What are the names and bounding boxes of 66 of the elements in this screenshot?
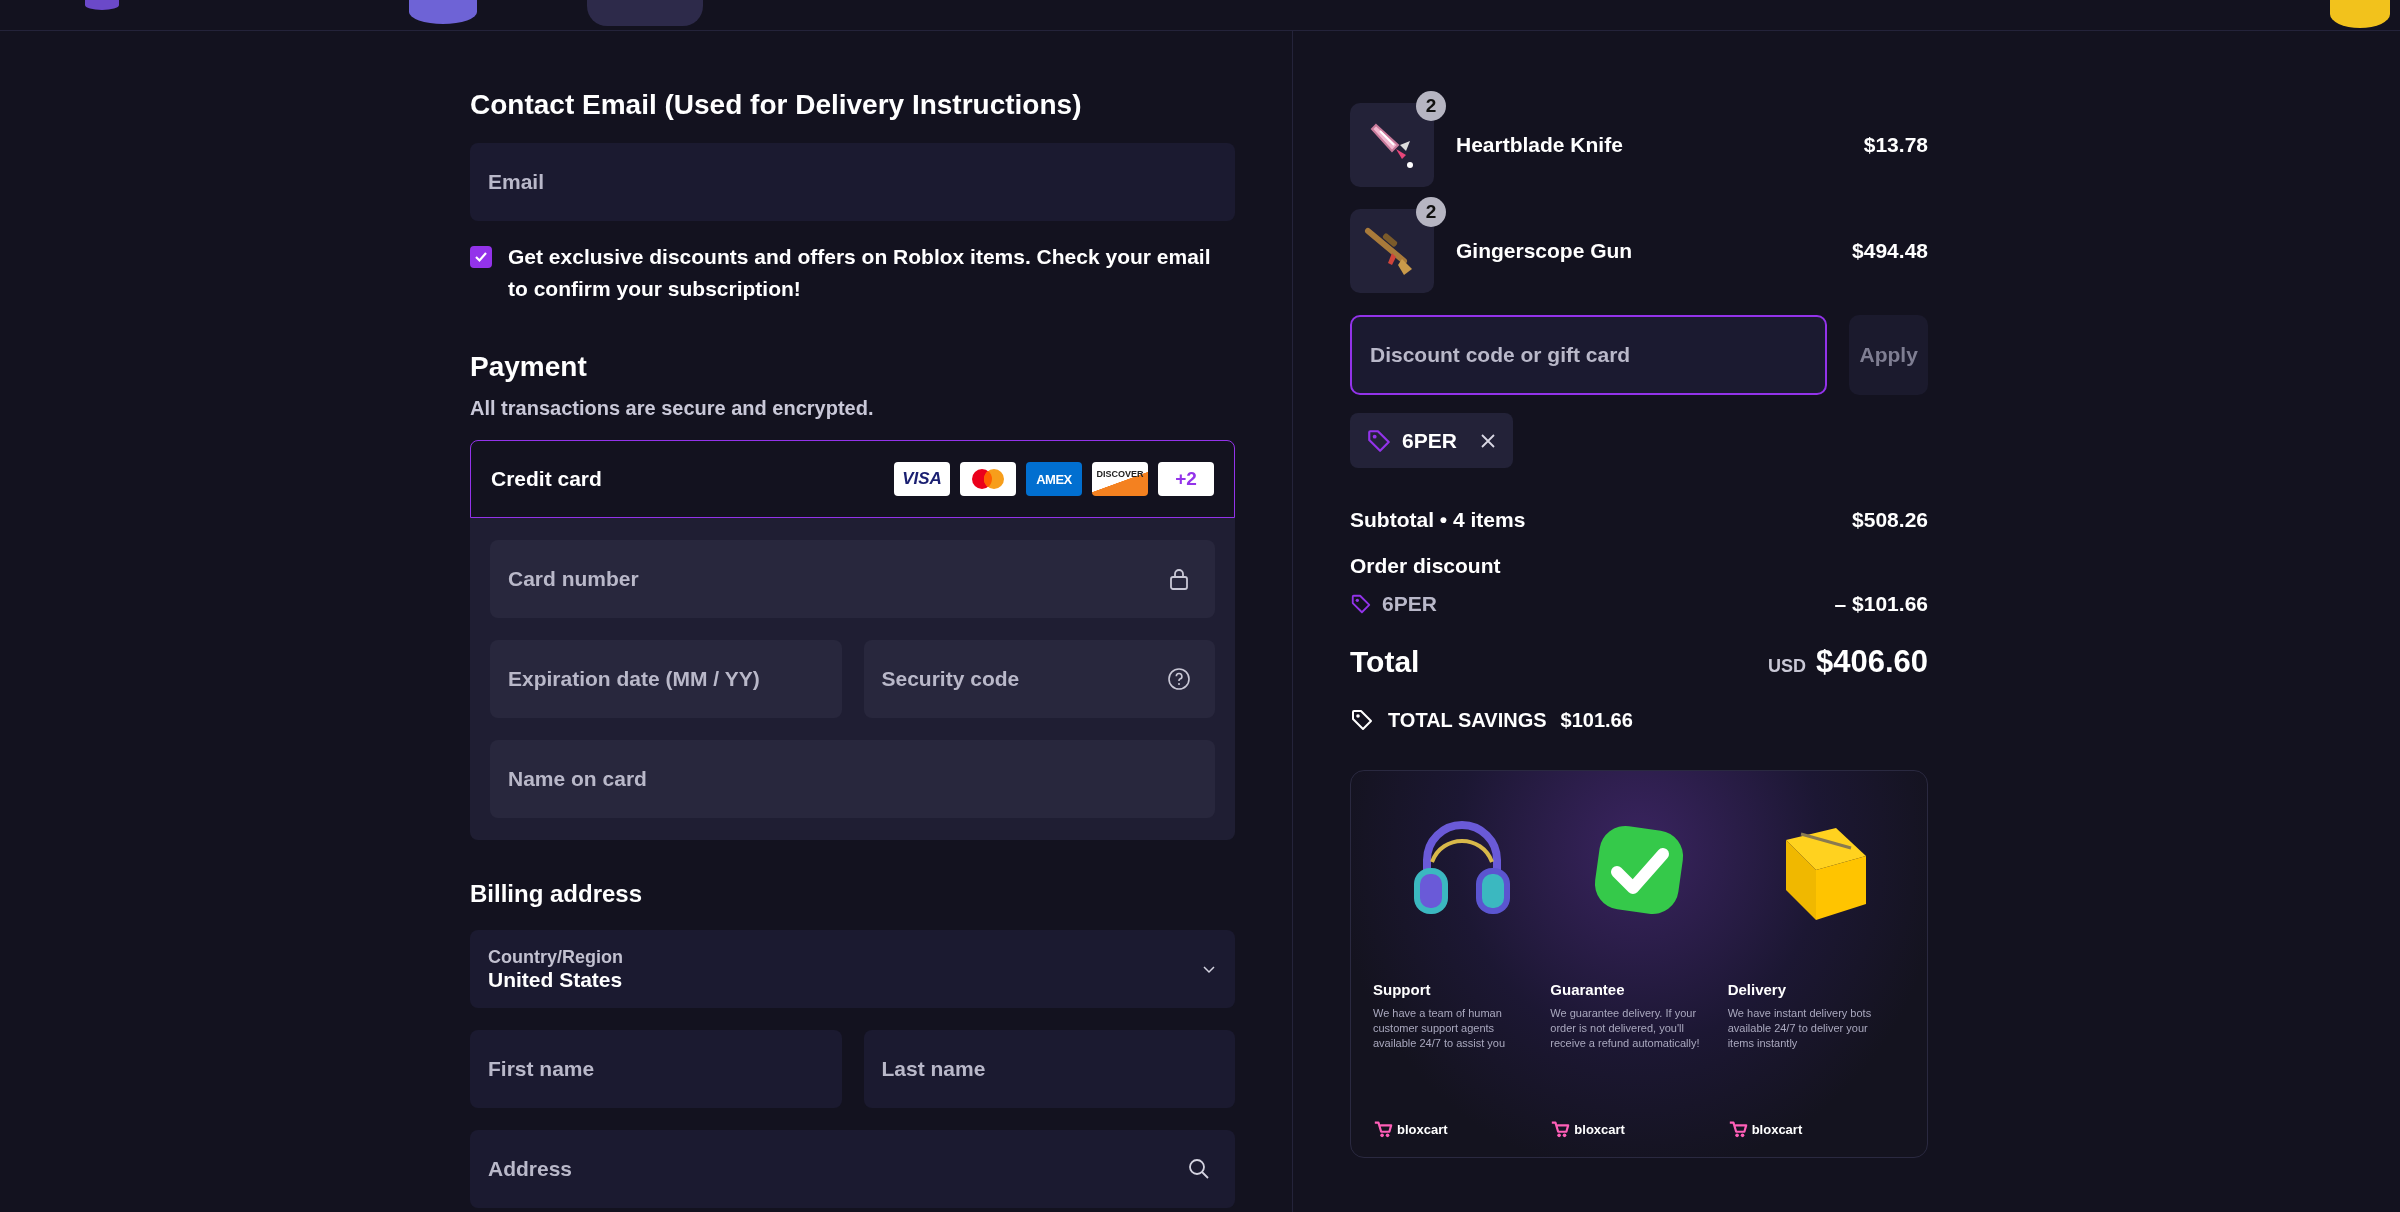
item-price: $13.78 [1863,133,1928,157]
item-price: $494.48 [1852,239,1928,263]
image-fragment [409,0,477,24]
tag-icon [1350,708,1374,732]
amex-logo: AMEX [1026,462,1082,496]
feature-description: We have instant delivery bots available 24/7 to deliver your items instantly [1727,1006,1873,1051]
input-field[interactable]: Security code [863,640,1215,718]
item-name: Gingerscope Gun [1456,239,1633,263]
input-field[interactable]: Name on card [490,740,1215,818]
total-value: $406.60 [1815,644,1928,680]
field-label: Country/Region [488,946,623,968]
tag-icon [1350,593,1372,615]
check-icon [474,250,488,264]
feature-title: Delivery [1727,981,1788,998]
image-fragment [2330,0,2390,28]
feature-description: We guarantee delivery. If your order is not delivered, you'll receive a refund automatically! [1550,1006,1701,1051]
feature-title: Guarantee [1550,981,1626,998]
discount-value: – $101.66 [1834,592,1928,616]
option-label: Credit card [491,467,602,491]
cart-logo-icon [1550,1119,1571,1139]
checkbox-label: Get exclusive discounts and offers on Roblox items. Check your email to confirm your subscription! [508,244,1212,302]
help-icon [1167,667,1191,691]
input-field[interactable]: Address [470,1130,1235,1208]
search-icon [1187,1157,1211,1181]
more-cards-badge: +2 [1158,462,1214,496]
cart-logo-icon [1373,1119,1393,1139]
item-name: Heartblade Knife [1456,133,1623,157]
email-field[interactable]: Email [470,143,1235,221]
input-field[interactable]: First name [470,1030,842,1108]
section-heading: Contact Email (Used for Delivery Instructions) [470,89,1083,121]
close-icon [1478,431,1497,450]
discount-code: 6PER [1402,428,1457,453]
savings-value: $101.66 [1560,708,1633,732]
brand-name: bloxcart [1751,1121,1803,1137]
field-value: United States [488,967,623,992]
image-fragment [85,0,119,10]
section-heading: Billing address [470,880,644,908]
payment-method-option[interactable]: Credit card VISA AMEX DISCOVER +2 [470,440,1235,518]
cart-logo-icon [1727,1119,1748,1139]
quantity-badge: 2 [1416,197,1446,227]
subtotal-label: Subtotal • 4 items [1350,508,1526,532]
discount-code: 6PER [1382,592,1437,616]
visa-logo: VISA [894,462,950,496]
subtotal-value: $508.26 [1852,508,1928,532]
apply-button[interactable]: Apply [1849,315,1928,395]
discount-code-field[interactable]: Discount code or gift card [1350,315,1828,395]
country-select[interactable]: Country/Region United States [470,930,1235,1008]
feature-description: We have a team of human customer support agents available 24/7 to assist you [1373,1006,1507,1051]
savings-label: TOTAL SAVINGS [1388,708,1547,732]
input-field[interactable]: Card number [490,540,1215,618]
tag-icon [1366,427,1392,454]
brand-name: bloxcart [1574,1121,1625,1137]
quantity-badge: 2 [1416,91,1446,121]
brand-name: bloxcart [1397,1121,1448,1137]
section-heading: Payment [470,351,588,383]
currency-label: USD [1767,656,1806,677]
section-subtitle: All transactions are secure and encrypted. [470,397,875,420]
discover-logo: DISCOVER [1092,462,1148,496]
feature-title: Support [1373,981,1432,998]
checkbox[interactable] [470,246,492,268]
order-discount-label: Order discount [1350,554,1501,578]
input-field[interactable]: Last name [863,1030,1235,1108]
input-field[interactable]: Expiration date (MM / YY) [490,640,842,718]
total-label: Total [1350,645,1420,679]
mastercard-logo [960,462,1016,496]
lock-icon [1167,567,1191,591]
